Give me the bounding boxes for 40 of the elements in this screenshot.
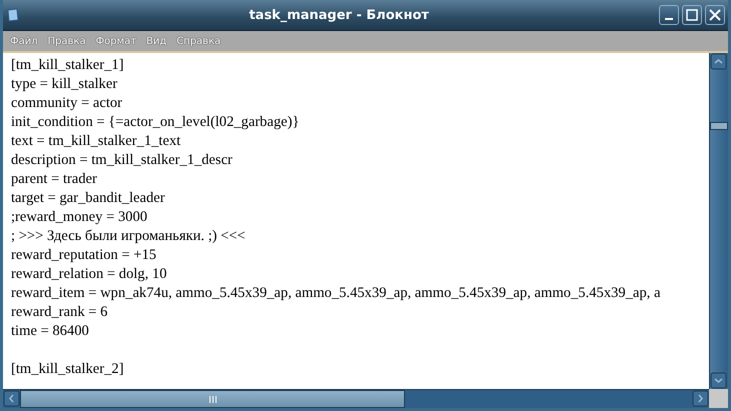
horizontal-scrollbar[interactable] [3, 389, 709, 408]
window-title: task_manager - Блокнот [248, 8, 430, 22]
text-line: description = tm_kill_stalker_1_descr [11, 151, 234, 170]
text-line: community = actor [11, 94, 124, 113]
scroll-thumb[interactable] [20, 390, 405, 408]
scroll-right-icon[interactable] [692, 390, 709, 407]
text-line: reward_relation = dolg, 10 [11, 265, 168, 284]
text-line: reward_reputation = +15 [11, 246, 158, 265]
size-grip[interactable] [709, 389, 728, 408]
close-button[interactable] [705, 5, 725, 25]
vertical-scrollbar[interactable] [709, 53, 728, 389]
text-line: time = 86400 [11, 322, 90, 341]
grip-icon [208, 396, 216, 402]
text-area[interactable] [3, 53, 709, 389]
text-line: target = gar_bandit_leader [11, 189, 166, 208]
text-line: [tm_kill_stalker_1] [11, 56, 125, 75]
text-line: init_condition = {=actor_on_level(l02_garbage)} [11, 113, 300, 132]
scroll-thumb[interactable] [710, 122, 728, 130]
scroll-down-icon[interactable] [710, 372, 727, 389]
notepad-icon [7, 8, 19, 22]
text-line: type = kill_stalker [11, 75, 118, 94]
text-line: text = tm_kill_stalker_1_text [11, 132, 182, 151]
text-line: parent = trader [11, 170, 98, 189]
maximize-button[interactable] [682, 5, 702, 25]
text-line: reward_item = wpn_ak74u, ammo_5.45x39_ap, ammo_5.45x39_ap, ammo_5.45x39_ap, ammo_5.45x39_ap, a [11, 284, 662, 303]
menu-item[interactable]: Файл [7, 36, 41, 46]
scroll-left-icon[interactable] [3, 390, 20, 407]
close-icon [709, 9, 721, 21]
minimize-button[interactable] [659, 5, 679, 25]
menu-item[interactable]: Формат [92, 36, 140, 46]
text-line: ; >>> Здесь были игроманьяки. ;) <<< [11, 227, 246, 246]
scroll-up-icon[interactable] [710, 53, 727, 70]
text-line: [tm_kill_stalker_2] [11, 360, 125, 379]
minimize-icon [665, 18, 673, 20]
text-line: ;reward_money = 3000 [11, 208, 148, 227]
menu-item[interactable]: Справка [174, 36, 224, 46]
menu-item[interactable]: Вид [143, 36, 170, 46]
maximize-icon [686, 9, 698, 21]
text-line: reward_rank = 6 [11, 303, 109, 322]
menu-item[interactable]: Правка [44, 36, 89, 46]
